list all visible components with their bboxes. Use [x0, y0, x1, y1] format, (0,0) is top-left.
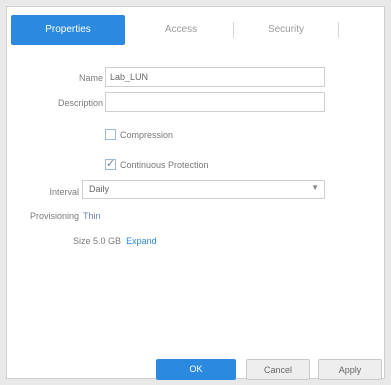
tab-bar: Properties Access Security — [11, 15, 341, 45]
continuous-protection-checkbox[interactable]: ✓ — [105, 158, 116, 170]
tab-security[interactable]: Security — [234, 15, 338, 45]
tab-properties[interactable]: Properties — [11, 15, 125, 45]
tab-access[interactable]: Access — [129, 15, 233, 45]
properties-dialog: Properties Access Security Name Descript… — [6, 6, 385, 380]
interval-select[interactable]: Daily ▼ — [82, 180, 325, 199]
ok-button[interactable]: OK — [156, 359, 236, 380]
compression-label: Compression — [120, 130, 174, 140]
provisioning-value: Thin — [83, 211, 101, 221]
apply-button[interactable]: Apply — [318, 359, 382, 380]
continuous-protection-label: Continuous Protection — [120, 160, 209, 170]
compression-checkbox[interactable] — [105, 129, 116, 140]
checkmark-icon: ✓ — [106, 158, 116, 170]
chevron-down-icon: ▼ — [311, 183, 319, 192]
provisioning-label: Provisioning — [29, 211, 79, 221]
size-row: Size 5.0 GB Expand — [73, 236, 157, 246]
tab-divider — [338, 22, 339, 38]
name-input[interactable] — [105, 67, 325, 87]
interval-value: Daily — [89, 184, 110, 194]
size-value: 5.0 GB — [93, 236, 122, 246]
description-input[interactable] — [105, 92, 325, 112]
name-label: Name — [78, 73, 103, 83]
interval-label: Interval — [49, 187, 79, 197]
expand-link[interactable]: Expand — [126, 236, 157, 246]
description-label: Description — [57, 98, 103, 108]
cancel-button[interactable]: Cancel — [246, 359, 310, 380]
size-label: Size — [73, 236, 91, 246]
